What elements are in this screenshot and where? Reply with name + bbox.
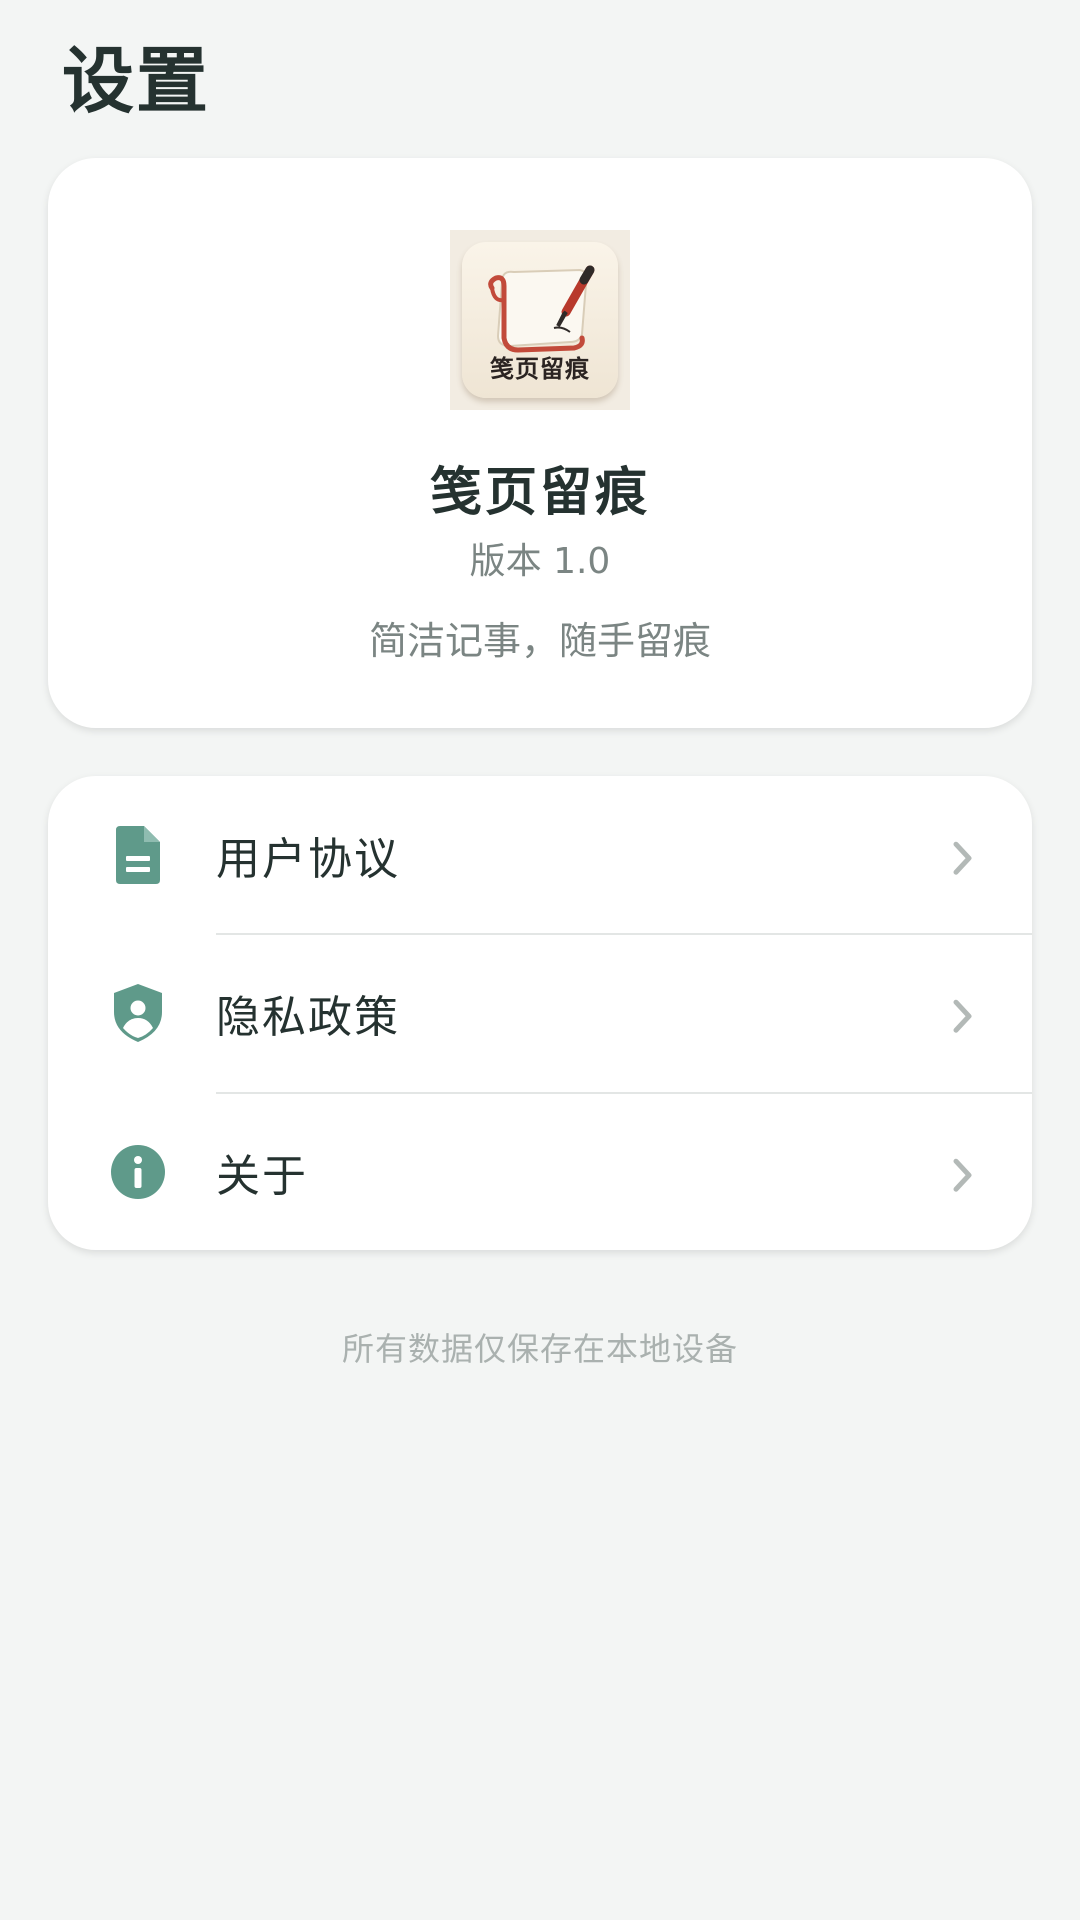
page-title: 设置 [62, 39, 211, 123]
menu-item-user-agreement[interactable]: 用户协议 [48, 776, 1032, 934]
app-logo-icon: 笺页留痕 [462, 242, 618, 398]
chevron-right-icon [953, 1158, 972, 1192]
app-logo: 笺页留痕 [450, 230, 630, 410]
info-icon [111, 1145, 165, 1199]
document-icon [116, 826, 160, 884]
app-slogan: 简洁记事，随手留痕 [368, 619, 711, 663]
app-name: 笺页留痕 [429, 463, 650, 523]
menu-item-label: 关于 [216, 1151, 308, 1202]
shield-user-icon [114, 984, 162, 1042]
menu-item-label: 隐私政策 [216, 992, 400, 1043]
menu-item-label: 用户协议 [216, 834, 400, 885]
app-info-card: 笺页留痕 笺页留痕 版本 1.0 简洁记事，随手留痕 [48, 158, 1032, 728]
app-version: 版本 1.0 [469, 541, 611, 582]
settings-menu: 用户协议 隐私政策 关于 [48, 776, 1032, 1250]
menu-item-about[interactable]: 关于 [48, 1093, 1032, 1251]
chevron-right-icon [953, 999, 972, 1033]
menu-item-privacy-policy[interactable]: 隐私政策 [48, 934, 1032, 1092]
settings-page: 设置 笺页留痕 笺页留痕 版本 1.0 简洁记事，随手留痕 用户协议 隐私政策 … [0, 0, 1080, 1920]
footer-note: 所有数据仅保存在本地设备 [341, 1330, 738, 1368]
logo-text: 笺页留痕 [490, 354, 590, 383]
chevron-right-icon [953, 841, 972, 875]
